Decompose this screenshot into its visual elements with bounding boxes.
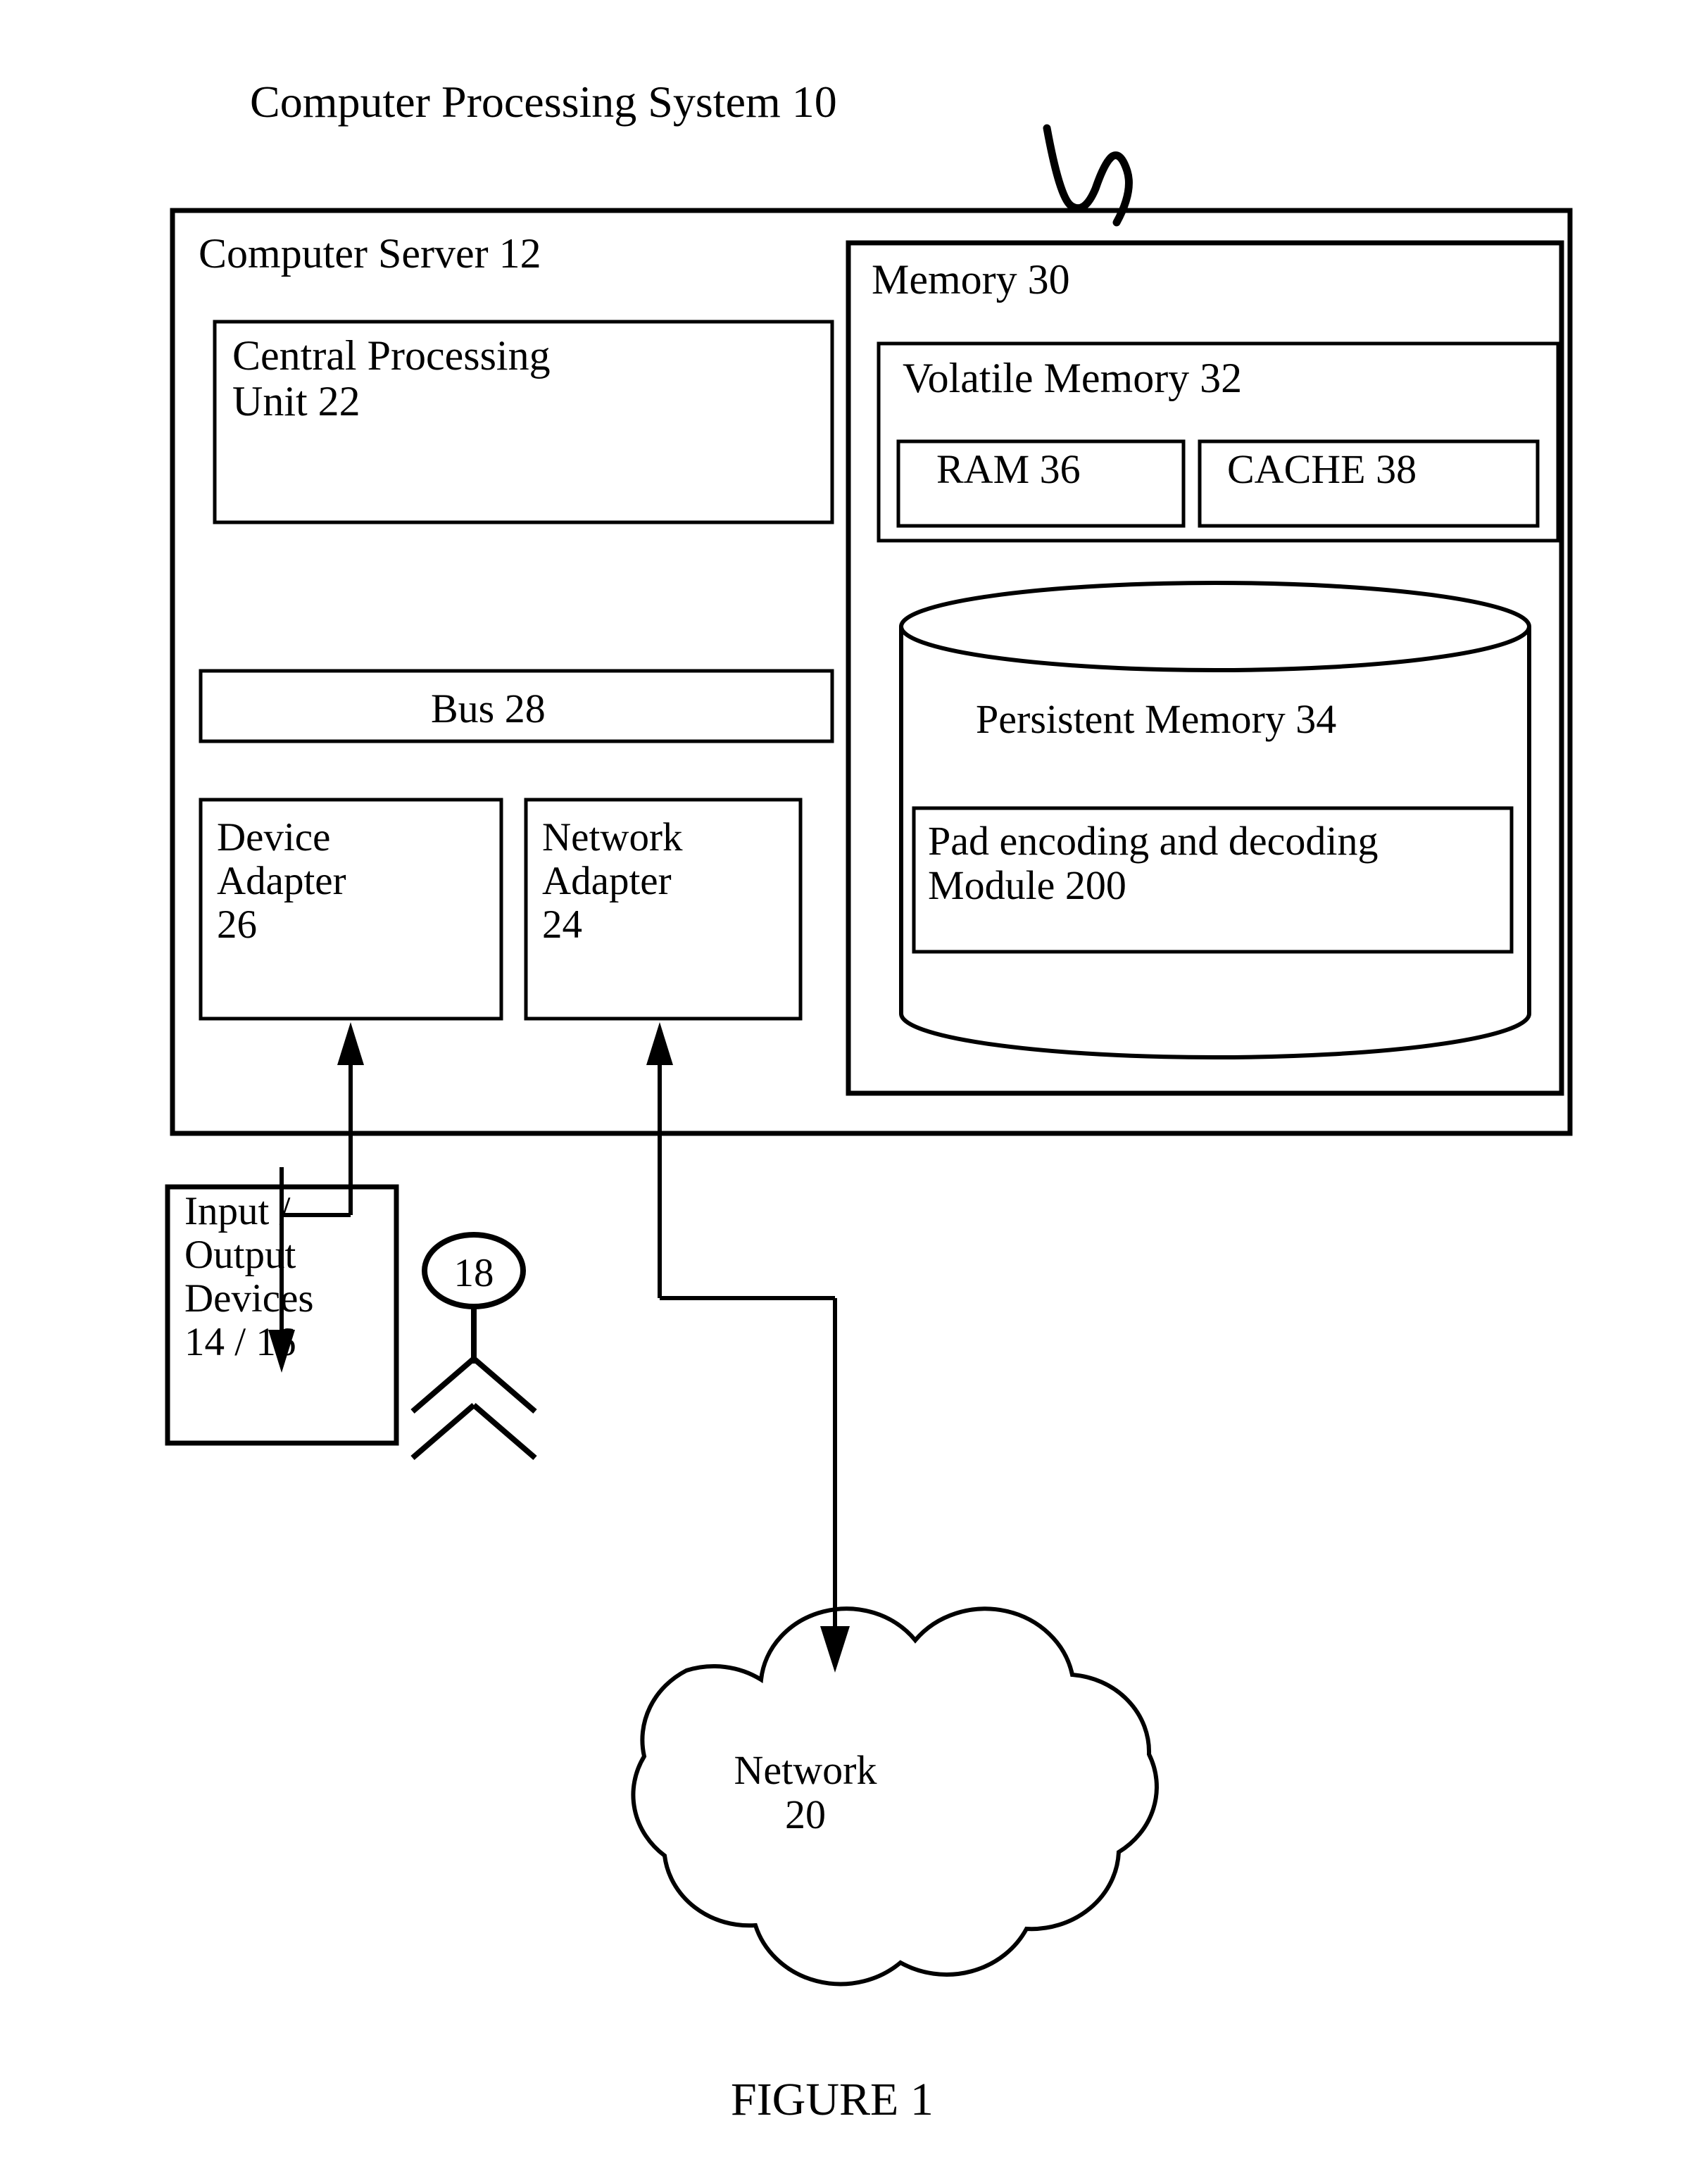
user-stick-figure-icon: 18 [410, 1232, 537, 1461]
device-adapter-label: Device Adapter 26 [217, 815, 346, 948]
arrowhead-network-adapter [646, 1022, 673, 1065]
stick-figure-reference-number: 18 [454, 1251, 494, 1295]
connector-network-adapter-to-network [646, 1022, 850, 1673]
io-devices-label: Input / Output Devices 14 / 16 [184, 1189, 314, 1365]
ram-label: RAM 36 [936, 446, 1081, 492]
network-adapter-label: Network Adapter 24 [542, 815, 683, 948]
persistent-memory-label: Persistent Memory 34 [976, 696, 1337, 742]
stick-figure-leg-left [410, 1402, 476, 1461]
bus-label: Bus 28 [431, 686, 546, 731]
page-title: Computer Processing System 10 [250, 77, 837, 127]
arrowhead-network-cloud [820, 1626, 850, 1673]
stick-figure-leg-right [472, 1402, 537, 1461]
figure-1-diagram: 18 Computer Processing System 10 Compute… [0, 0, 1708, 2171]
figure-caption: FIGURE 1 [731, 2074, 934, 2125]
memory-label: Memory 30 [872, 256, 1070, 303]
stick-figure-arm-left [410, 1356, 476, 1414]
cache-label: CACHE 38 [1227, 446, 1417, 492]
pad-module-label: Pad encoding and decoding Module 200 [928, 818, 1379, 909]
network-cloud-icon [631, 1606, 1159, 1987]
stick-figure-arm-right [472, 1356, 537, 1414]
diagram-canvas: 18 [165, 124, 1573, 1987]
network-label: Network 20 [734, 1747, 877, 1838]
arrowhead-device-adapter [337, 1022, 364, 1065]
computer-server-label: Computer Server 12 [199, 230, 541, 277]
cpu-label: Central Processing Unit 22 [232, 332, 551, 425]
volatile-memory-label: Volatile Memory 32 [903, 355, 1243, 401]
